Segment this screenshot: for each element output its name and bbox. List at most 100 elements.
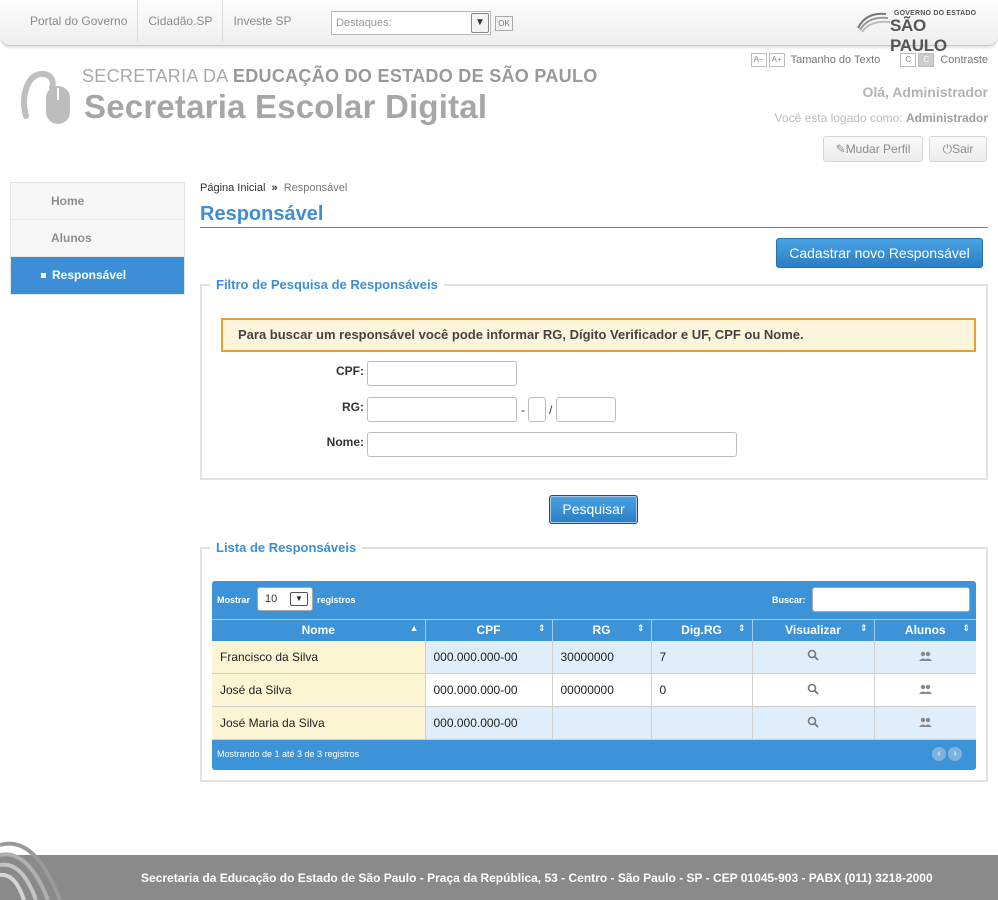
destaques-ok-button[interactable]: OK bbox=[495, 16, 513, 31]
rg-dash: - bbox=[521, 403, 525, 417]
change-profile-button[interactable]: ✎Mudar Perfil bbox=[823, 136, 923, 162]
table-search-input[interactable] bbox=[812, 587, 970, 612]
page-title: Responsável bbox=[200, 203, 324, 225]
gov-sp-logo[interactable]: GOVERNO DO ESTADO SÃO PAULO bbox=[856, 6, 978, 55]
col-header-nome[interactable]: Nome ▲ bbox=[212, 619, 426, 641]
sidebar-item-responsavel[interactable]: Responsável bbox=[11, 257, 184, 294]
rg-label: RG: bbox=[342, 400, 364, 414]
new-responsible-button[interactable]: Cadastrar novo Responsável bbox=[776, 238, 983, 268]
rg-uf-input[interactable] bbox=[556, 397, 616, 422]
table-toolbar: Mostrar 10 ▼ registros Buscar: bbox=[212, 581, 976, 619]
breadcrumb: Página Inicial » Responsável bbox=[200, 182, 347, 194]
rg-slash: / bbox=[549, 403, 553, 417]
contrast-normal-button[interactable]: C bbox=[900, 53, 917, 67]
users-icon[interactable] bbox=[918, 684, 932, 694]
next-page-icon[interactable]: › bbox=[948, 747, 962, 761]
cell-nome: José Maria da Silva bbox=[212, 706, 426, 740]
table-search-label: Buscar: bbox=[772, 595, 806, 605]
brand-line-1-light: SECRETARIA DA bbox=[82, 66, 228, 86]
gov-logo-big-text: SÃO PAULO bbox=[890, 16, 947, 55]
gov-top-bar: Portal do Governo Cidadão.SP Investe SP … bbox=[0, 0, 998, 55]
gov-link-cidadao[interactable]: Cidadão.SP bbox=[138, 0, 224, 42]
chevron-down-icon[interactable]: ▼ bbox=[471, 13, 489, 33]
cell-rg: 30000000 bbox=[552, 640, 652, 674]
users-icon[interactable] bbox=[918, 651, 932, 661]
col-header-rg[interactable]: RG ⇕ bbox=[552, 619, 652, 641]
page-size-value: 10 bbox=[265, 593, 278, 605]
sidebar-item-alunos[interactable]: Alunos bbox=[11, 220, 184, 257]
destaques-placeholder: Destaques: bbox=[336, 17, 392, 29]
accessibility-bar: A− A+ Tamanho do Texto C C Contraste bbox=[750, 53, 988, 67]
destaques-select[interactable]: Destaques: ▼ bbox=[331, 11, 491, 35]
cell-alunos bbox=[874, 640, 976, 674]
contrast-label: Contraste bbox=[940, 54, 988, 66]
cell-dig-rg bbox=[651, 706, 753, 740]
users-icon[interactable] bbox=[918, 717, 932, 727]
breadcrumb-current: Responsável bbox=[283, 182, 348, 194]
power-icon: ⏻ bbox=[942, 142, 953, 156]
page-size-select[interactable]: 10 ▼ bbox=[257, 587, 313, 611]
search-icon[interactable] bbox=[807, 716, 819, 728]
contrast-high-button[interactable]: C bbox=[918, 53, 935, 67]
breadcrumb-home[interactable]: Página Inicial bbox=[200, 182, 265, 194]
rg-input[interactable] bbox=[367, 397, 517, 422]
cell-rg bbox=[552, 706, 652, 740]
logged-as: Você esta logado como: Administrador bbox=[775, 111, 988, 125]
cpf-input[interactable] bbox=[367, 361, 517, 386]
table-header-row: Nome ▲ CPF ⇕ RG ⇕ Dig.RG ⇕ Visualizar ⇕ Aluno… bbox=[212, 619, 976, 641]
sort-icon: ⇕ bbox=[962, 623, 970, 633]
search-icon[interactable] bbox=[807, 683, 819, 695]
list-legend: Lista de Responsáveis bbox=[216, 540, 357, 555]
wrench-icon: ✎ bbox=[835, 142, 846, 156]
filter-legend: Filtro de Pesquisa de Responsáveis bbox=[216, 277, 438, 292]
cell-nome: José da Silva bbox=[212, 673, 426, 707]
text-size-label: Tamanho do Texto bbox=[790, 54, 881, 66]
sidebar: Home Alunos Responsável bbox=[10, 182, 185, 295]
title-divider bbox=[200, 227, 988, 228]
brand-title: Secretaria Escolar Digital bbox=[84, 88, 488, 125]
data-grid: Nome ▲ CPF ⇕ RG ⇕ Dig.RG ⇕ Visualizar ⇕ Aluno… bbox=[212, 619, 976, 740]
sort-icon: ⇕ bbox=[636, 623, 645, 633]
col-header-visualizar[interactable]: Visualizar ⇕ bbox=[752, 619, 875, 641]
cell-visualizar bbox=[752, 673, 875, 707]
table-row: José da Silva 000.000.000-00 00000000 0 bbox=[212, 673, 976, 707]
search-button[interactable]: Pesquisar bbox=[549, 495, 638, 524]
gov-link-investe[interactable]: Investe SP bbox=[223, 0, 301, 42]
gov-link-portal[interactable]: Portal do Governo bbox=[20, 0, 139, 42]
table-info: Mostrando de 1 até 3 de 3 registros bbox=[217, 749, 360, 759]
col-header-dig-rg[interactable]: Dig.RG ⇕ bbox=[651, 619, 753, 641]
mouse-logo-icon bbox=[21, 71, 70, 124]
logout-button[interactable]: ⏻Sair bbox=[929, 136, 987, 162]
search-icon[interactable] bbox=[807, 649, 819, 661]
col-header-alunos[interactable]: Alunos ⇕ bbox=[874, 619, 976, 641]
pagination: ‹ › bbox=[932, 747, 962, 761]
cell-cpf: 000.000.000-00 bbox=[425, 640, 553, 674]
cell-nome: Francisco da Silva bbox=[212, 640, 426, 674]
sort-icon: ⇕ bbox=[859, 623, 868, 633]
chevron-down-icon[interactable]: ▼ bbox=[290, 592, 308, 606]
footer: Secretaria da Educação do Estado de São … bbox=[0, 855, 998, 900]
breadcrumb-separator: » bbox=[271, 182, 278, 194]
col-header-cpf[interactable]: CPF ⇕ bbox=[425, 619, 553, 641]
logged-as-prefix: Você esta logado como: bbox=[774, 111, 903, 125]
rg-digit-input[interactable] bbox=[528, 397, 546, 422]
cell-dig-rg: 7 bbox=[651, 640, 753, 674]
gov-links: Portal do Governo Cidadão.SP Investe SP bbox=[20, 0, 301, 42]
change-profile-label: Mudar Perfil bbox=[845, 142, 911, 156]
cell-alunos bbox=[874, 706, 976, 740]
sidebar-item-home[interactable]: Home bbox=[11, 183, 184, 220]
active-bullet-icon bbox=[41, 273, 46, 279]
sort-asc-icon: ▲ bbox=[409, 623, 419, 633]
font-decrease-button[interactable]: A− bbox=[750, 53, 767, 67]
greeting: Olá, Administrador bbox=[862, 84, 988, 100]
font-increase-button[interactable]: A+ bbox=[768, 53, 785, 67]
cell-cpf: 000.000.000-00 bbox=[425, 706, 553, 740]
responsible-table: Mostrar 10 ▼ registros Buscar: Nome ▲ CPF… bbox=[212, 581, 976, 770]
prev-page-icon[interactable]: ‹ bbox=[932, 747, 946, 761]
cell-alunos bbox=[874, 673, 976, 707]
logged-as-role: Administrador bbox=[905, 111, 988, 125]
sp-map-icon bbox=[857, 12, 891, 33]
name-input[interactable] bbox=[367, 432, 737, 457]
cell-cpf: 000.000.000-00 bbox=[425, 673, 553, 707]
cell-dig-rg: 0 bbox=[651, 673, 753, 707]
